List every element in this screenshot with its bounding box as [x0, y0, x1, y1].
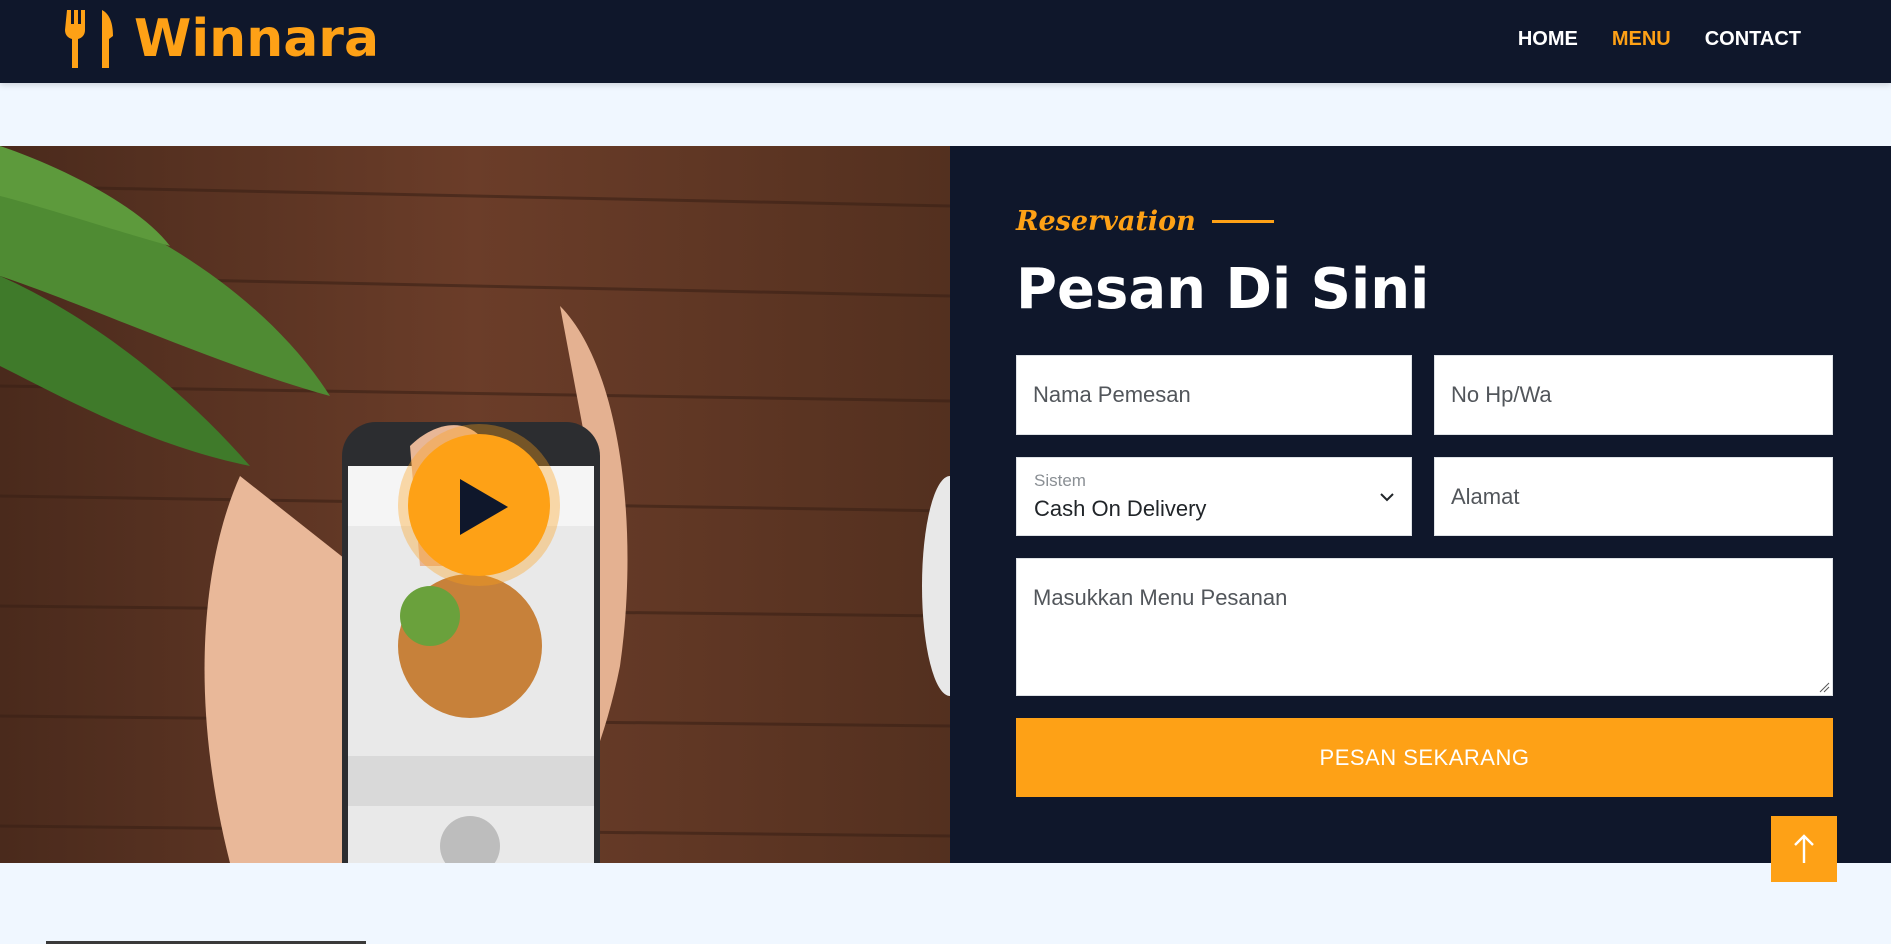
- address-input[interactable]: [1435, 458, 1832, 535]
- brand-logo[interactable]: Winnara: [64, 8, 379, 70]
- phone-field[interactable]: [1434, 355, 1833, 435]
- play-button[interactable]: [408, 434, 550, 576]
- play-button-halo: [398, 424, 560, 586]
- resize-grip-icon[interactable]: [1818, 681, 1830, 693]
- arrow-up-icon: [1794, 834, 1814, 863]
- nav-menu[interactable]: Menu: [1612, 25, 1671, 53]
- video-panel: [0, 146, 950, 863]
- eyebrow-line: [1211, 220, 1274, 223]
- phone-input[interactable]: [1435, 356, 1832, 434]
- back-to-top-button[interactable]: [1771, 816, 1837, 882]
- chevron-down-icon: [1380, 493, 1394, 502]
- nav-contact[interactable]: Contact: [1705, 25, 1801, 53]
- name-field[interactable]: [1016, 355, 1412, 435]
- navbar: Winnara Home Menu Contact: [0, 0, 1891, 83]
- menu-textarea[interactable]: [1017, 559, 1832, 695]
- system-value: Cash On Delivery: [1034, 496, 1207, 521]
- main-nav: Home Menu Contact: [1518, 25, 1801, 53]
- eyebrow-text: Reservation: [1016, 206, 1196, 237]
- brand-name: Winnara: [134, 9, 380, 69]
- menu-field[interactable]: [1016, 558, 1833, 696]
- play-icon: [460, 479, 508, 535]
- nav-home[interactable]: Home: [1518, 25, 1578, 53]
- form-title: Pesan Di Sini: [1016, 257, 1430, 322]
- utensils-icon: [65, 10, 113, 68]
- system-label: Sistem: [1034, 471, 1086, 490]
- address-field[interactable]: [1434, 457, 1833, 536]
- system-select[interactable]: Sistem Cash On Delivery: [1016, 457, 1412, 536]
- name-input[interactable]: [1017, 356, 1411, 434]
- section-eyebrow: Reservation: [1016, 206, 1274, 237]
- submit-button[interactable]: Pesan Sekarang: [1016, 718, 1833, 797]
